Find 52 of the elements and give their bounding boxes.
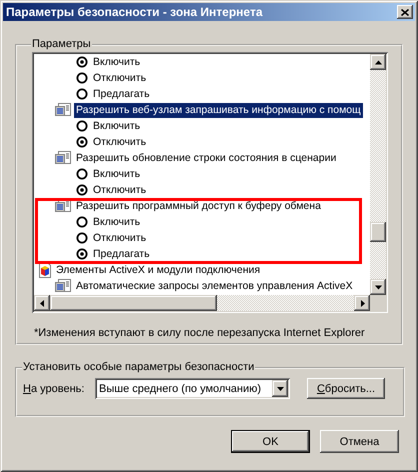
- radio-button[interactable]: [76, 216, 88, 228]
- option-label: Включить: [92, 214, 142, 230]
- setting-item[interactable]: Разрешить обновление строки состояния в сценарии: [74, 150, 338, 166]
- scroll-right-button[interactable]: [354, 295, 370, 311]
- setting-item[interactable]: Разрешить веб-узлам запрашивать информацию с помощ: [74, 102, 363, 118]
- window-title: Параметры безопасности - зона Интернета: [6, 5, 262, 19]
- right-arrow-icon: [358, 300, 366, 306]
- restart-note: *Изменения вступают в силу после перезапуска Internet Explorer: [34, 327, 366, 340]
- scrollbar-corner: [370, 295, 386, 311]
- option-label: Включить: [92, 166, 142, 182]
- down-arrow-icon: [374, 284, 382, 290]
- setting-item[interactable]: Автоматические запросы элементов управления ActiveX: [74, 278, 355, 294]
- scroll-down-button[interactable]: [370, 279, 386, 295]
- option-label: Отключить: [92, 70, 148, 86]
- scroll-up-button[interactable]: [370, 54, 386, 70]
- level-label: На уровень:: [23, 382, 86, 394]
- group-title: Установить особые параметры безопасности: [22, 361, 256, 374]
- option-label: Отключить: [92, 134, 148, 150]
- settings-page-icon: [55, 279, 72, 293]
- left-arrow-icon: [38, 300, 46, 306]
- radio-button[interactable]: [76, 136, 88, 148]
- option-label: Включить: [92, 118, 142, 134]
- category-item[interactable]: Элементы ActiveX и модули подключения: [54, 262, 262, 278]
- group-title: Параметры: [31, 38, 92, 51]
- cancel-button[interactable]: Отмена: [320, 430, 399, 453]
- radio-button[interactable]: [76, 56, 88, 68]
- option-label: Предлагать: [92, 86, 151, 102]
- option-label: Предлагать: [92, 246, 151, 262]
- radio-button[interactable]: [76, 232, 88, 244]
- close-icon: [401, 8, 409, 16]
- radio-button[interactable]: [76, 72, 88, 84]
- settings-page-icon: [55, 103, 72, 117]
- settings-page-icon: [55, 151, 72, 165]
- radio-button[interactable]: [76, 88, 88, 100]
- scroll-left-button[interactable]: [34, 295, 50, 311]
- level-dropdown[interactable]: Выше среднего (по умолчанию): [95, 378, 290, 399]
- scrollbar-thumb[interactable]: [370, 222, 386, 242]
- reset-button[interactable]: Сбросить...: [307, 378, 385, 399]
- radio-button[interactable]: [76, 168, 88, 180]
- radio-button[interactable]: [76, 184, 88, 196]
- option-label: Отключить: [92, 230, 148, 246]
- up-arrow-icon: [374, 58, 382, 66]
- caret-icon: [276, 386, 284, 390]
- ok-button[interactable]: OK: [231, 430, 310, 453]
- setting-item[interactable]: Разрешить программный доступ к буферу обмена: [74, 198, 323, 214]
- dropdown-arrow-button[interactable]: [272, 380, 288, 397]
- radio-button[interactable]: [76, 248, 88, 260]
- option-label: Включить: [92, 54, 142, 70]
- option-label: Отключить: [92, 182, 148, 198]
- radio-button[interactable]: [76, 120, 88, 132]
- close-button[interactable]: [397, 5, 413, 19]
- scrollbar-thumb[interactable]: [50, 295, 217, 311]
